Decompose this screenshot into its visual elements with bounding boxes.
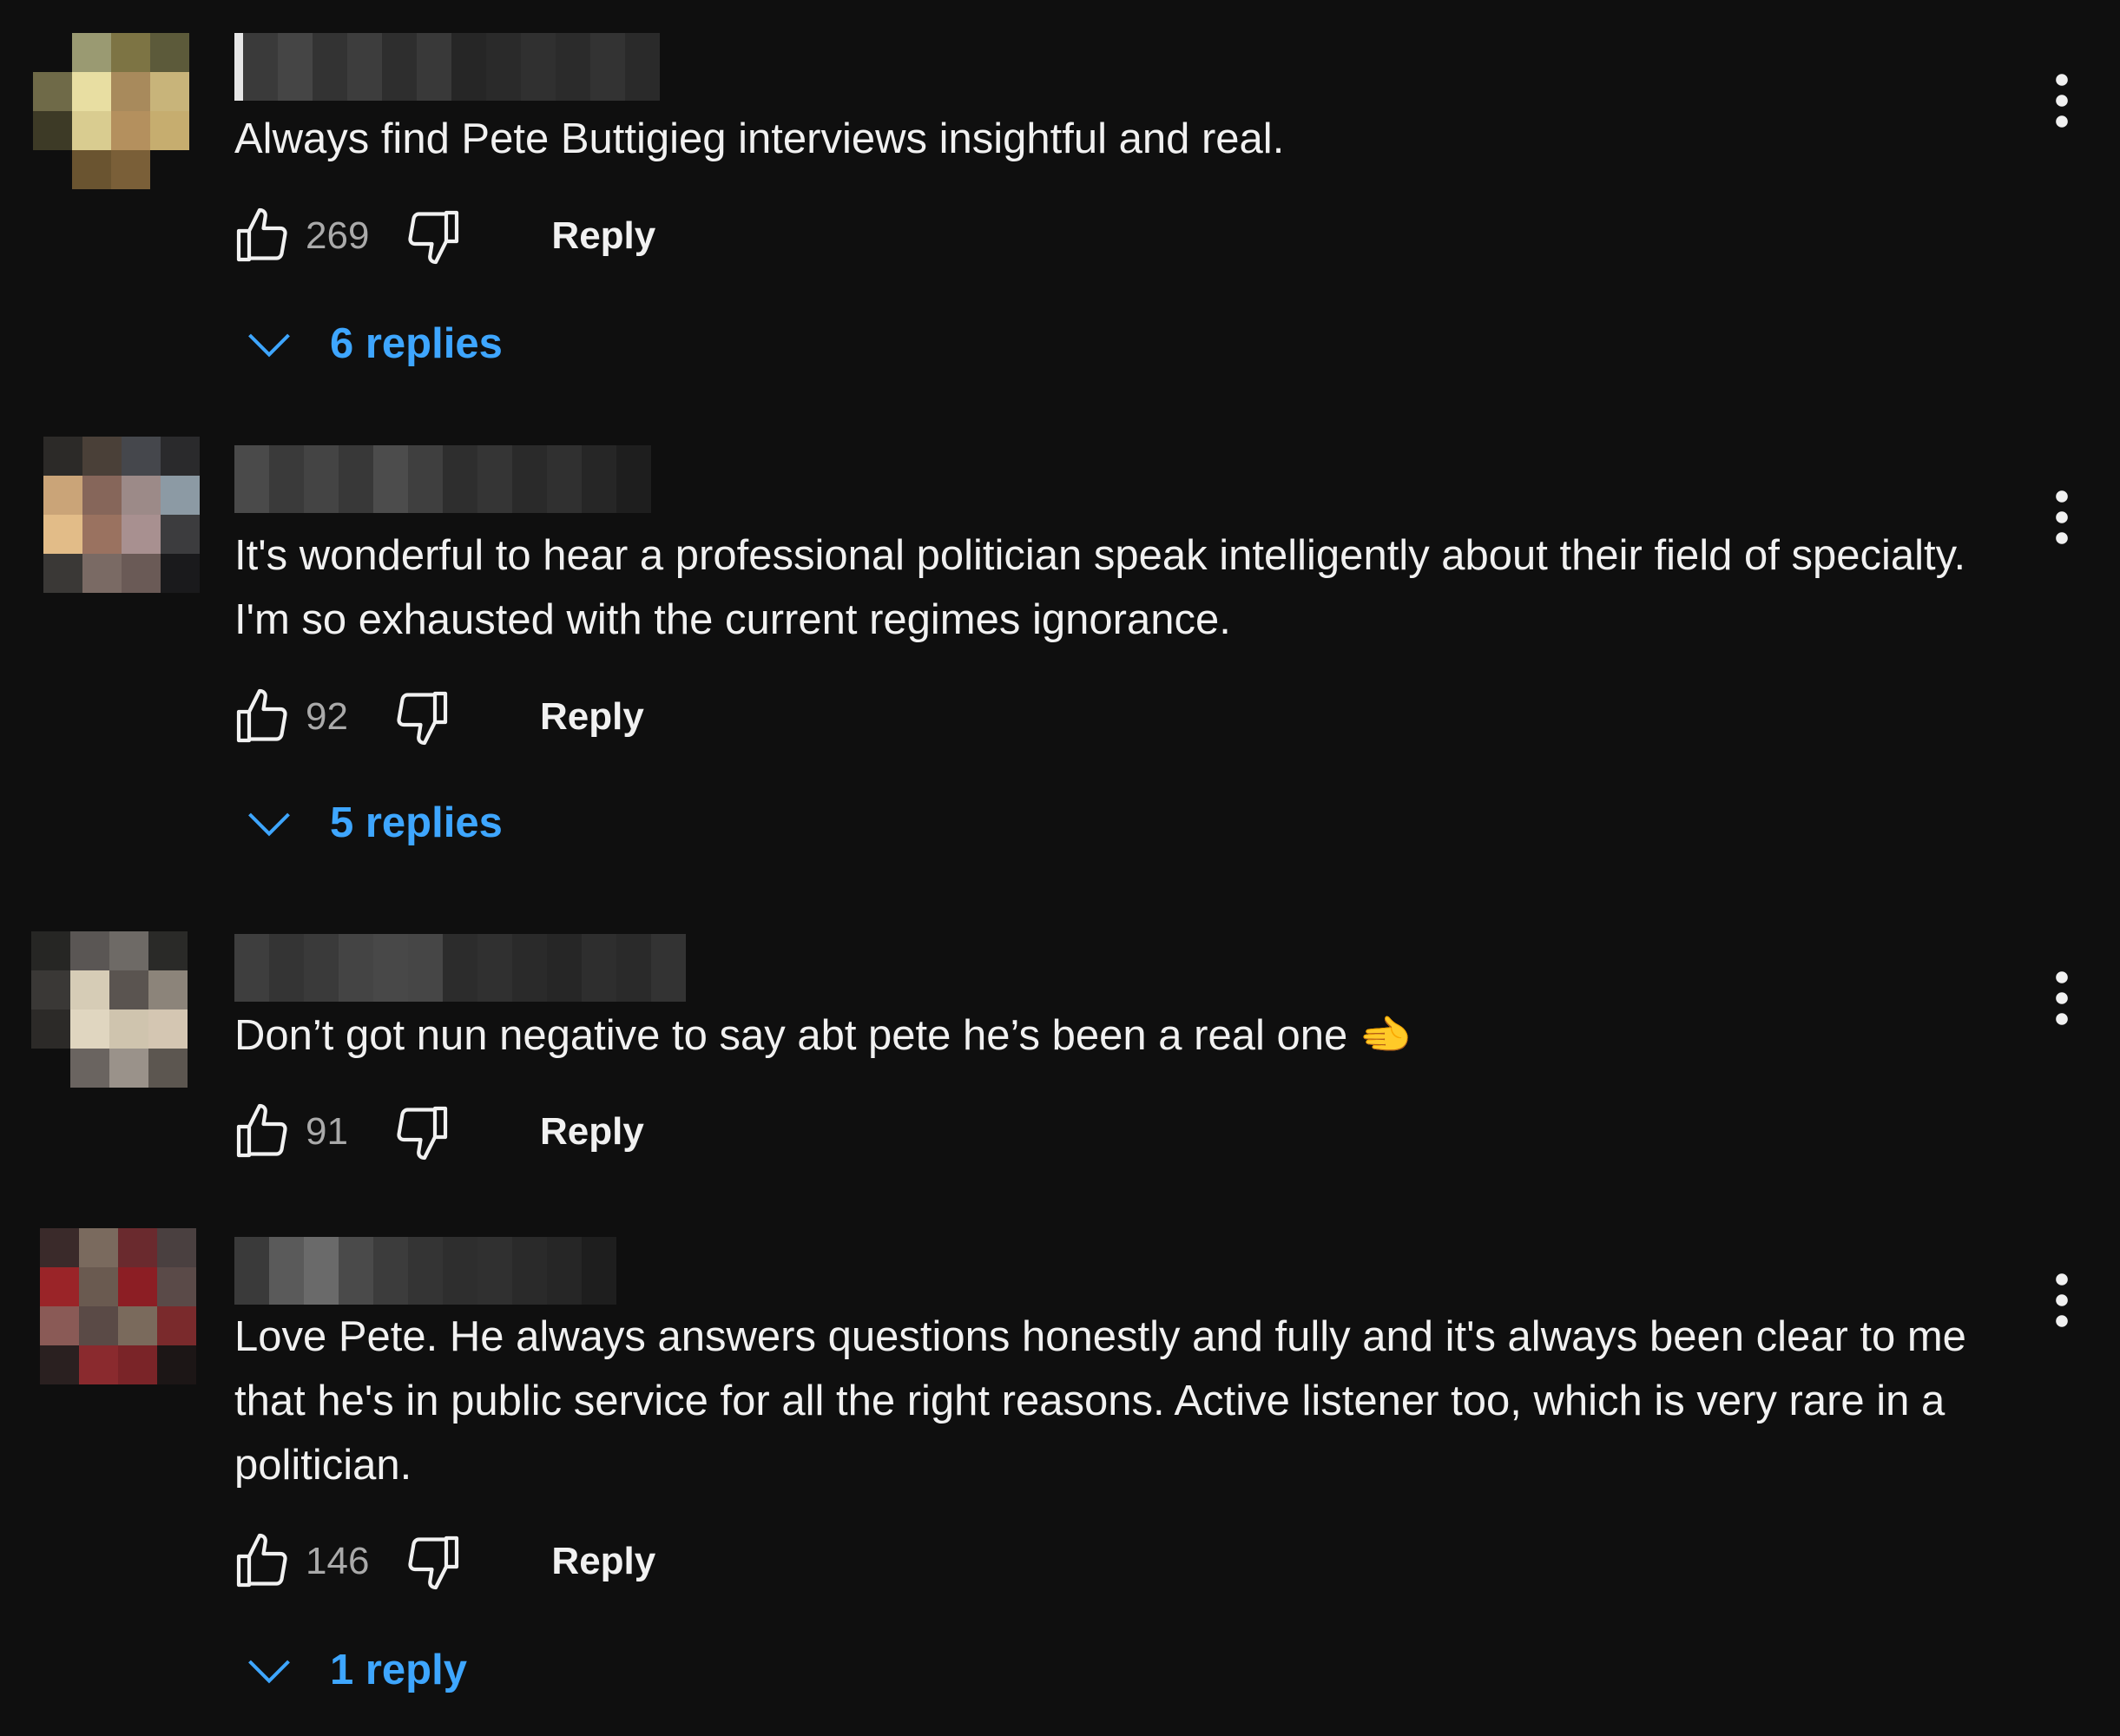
comment-actions: 146 Reply	[227, 1527, 655, 1596]
comment-text: It's wonderful to hear a professional po…	[234, 532, 1990, 643]
chevron-down-icon	[248, 333, 290, 358]
author-name[interactable]	[234, 33, 660, 101]
thumbs-down-icon	[397, 1106, 448, 1161]
comment-text: Always find Pete Buttigieg interviews in…	[234, 115, 1285, 162]
comment-menu-button[interactable]	[2036, 963, 2088, 1033]
reply-button[interactable]: Reply	[551, 1540, 655, 1583]
like-button[interactable]	[227, 682, 297, 752]
like-button[interactable]	[227, 201, 297, 271]
thumbs-up-icon	[236, 1533, 287, 1588]
avatar[interactable]	[40, 1228, 196, 1384]
more-vertical-icon	[2056, 1273, 2068, 1327]
view-replies-button[interactable]: 1 reply	[243, 1635, 467, 1705]
avatar[interactable]	[31, 931, 188, 1088]
dislike-button[interactable]	[398, 201, 468, 271]
chevron-down-icon	[248, 812, 290, 837]
reply-button[interactable]: Reply	[551, 214, 655, 258]
comment-actions: 92 Reply	[227, 682, 644, 752]
thumbs-down-icon	[408, 1535, 459, 1590]
comment-menu-button[interactable]	[2036, 66, 2088, 135]
comment-menu-button[interactable]	[2036, 1266, 2088, 1335]
like-count: 146	[306, 1540, 370, 1582]
dislike-button[interactable]	[387, 682, 457, 752]
thumbs-up-icon	[236, 207, 287, 262]
replies-count-label: 5 replies	[330, 799, 503, 846]
replies-count-label: 6 replies	[330, 320, 503, 367]
reply-button[interactable]: Reply	[540, 1110, 644, 1154]
comment-menu-button[interactable]	[2036, 483, 2088, 552]
dislike-button[interactable]	[398, 1527, 468, 1596]
author-name[interactable]	[234, 1237, 616, 1305]
more-vertical-icon	[2056, 490, 2068, 544]
comment-text: Don’t got nun negative to say abt pete h…	[234, 1012, 1412, 1059]
view-replies-button[interactable]: 5 replies	[243, 788, 503, 858]
dislike-button[interactable]	[387, 1097, 457, 1167]
replies-count-label: 1 reply	[330, 1647, 467, 1693]
thumbs-up-icon	[236, 688, 287, 743]
like-button[interactable]	[227, 1097, 297, 1167]
like-count: 269	[306, 214, 370, 257]
comment-actions: 91 Reply	[227, 1097, 644, 1167]
like-count: 91	[306, 1110, 348, 1153]
thumbs-down-icon	[408, 210, 459, 265]
comment-text: Love Pete. He always answers questions h…	[234, 1313, 1978, 1489]
thumbs-up-icon	[236, 1103, 287, 1158]
more-vertical-icon	[2056, 74, 2068, 128]
view-replies-button[interactable]: 6 replies	[243, 309, 503, 378]
avatar[interactable]	[33, 33, 189, 189]
like-count: 92	[306, 695, 348, 738]
avatar[interactable]	[43, 437, 200, 593]
chevron-down-icon	[248, 1660, 290, 1684]
more-vertical-icon	[2056, 971, 2068, 1025]
comment-actions: 269 Reply	[227, 201, 655, 271]
like-button[interactable]	[227, 1527, 297, 1596]
author-name[interactable]	[234, 445, 651, 513]
thumbs-down-icon	[397, 691, 448, 746]
author-name[interactable]	[234, 934, 686, 1002]
reply-button[interactable]: Reply	[540, 695, 644, 739]
